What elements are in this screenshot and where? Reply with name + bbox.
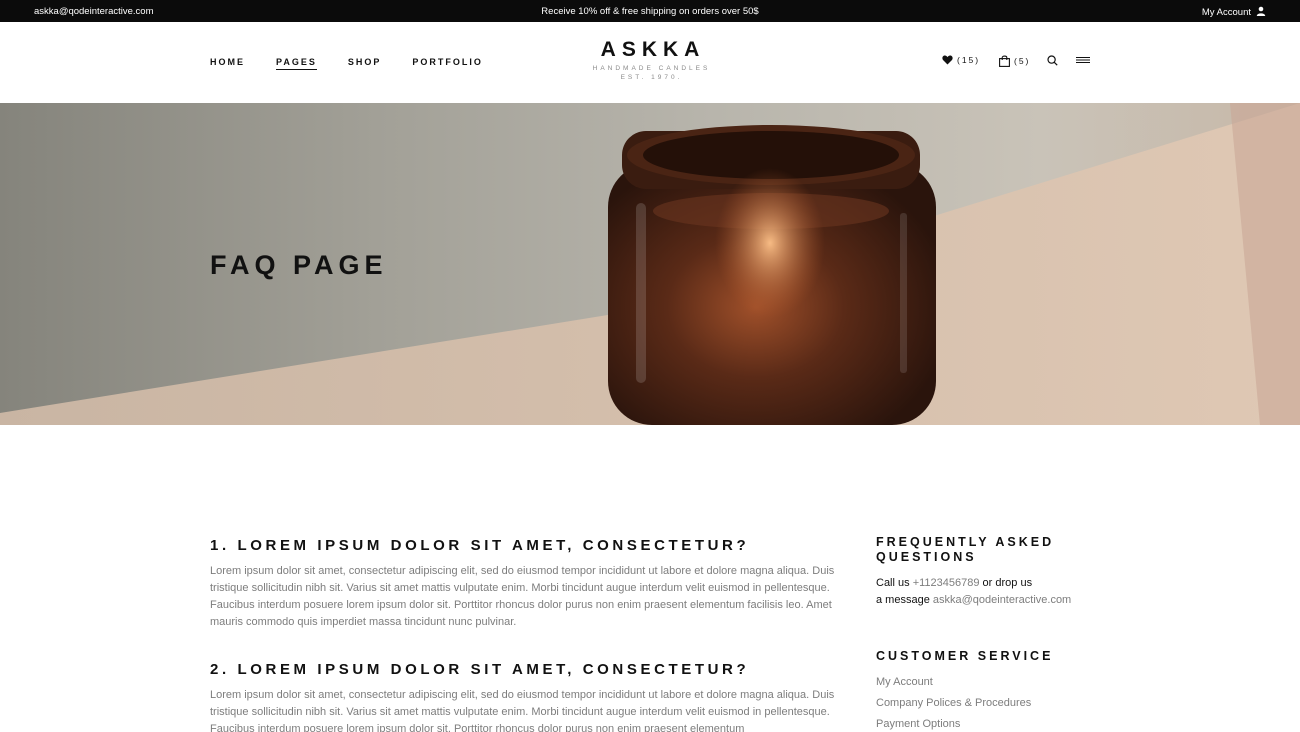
wishlist-button[interactable]: (15) xyxy=(942,55,980,65)
nav-item-home[interactable]: HOME xyxy=(210,57,245,70)
site-header: HOME PAGES SHOP PORTFOLIO ASKKA HANDMADE… xyxy=(0,22,1300,103)
faq-question: 2. LOREM IPSUM DOLOR SIT AMET, CONSECTET… xyxy=(210,661,750,678)
logo-tagline: HANDMADE CANDLES xyxy=(592,65,711,72)
user-icon xyxy=(1256,6,1266,19)
logo-name: ASKKA xyxy=(600,38,706,61)
service-links: My Account Company Polices & Procedures … xyxy=(876,672,1116,732)
menu-button[interactable] xyxy=(1076,55,1090,65)
hero-background-image xyxy=(0,103,1300,425)
sidebar-faq-title-line2: QUESTIONS xyxy=(876,550,977,564)
contact-call-label: Call us xyxy=(876,577,910,589)
wishlist-count: (15) xyxy=(957,55,981,65)
contact-email-link[interactable]: askka@qodeinteractive.com xyxy=(933,594,1071,606)
contact-message-label: a message xyxy=(876,594,930,606)
faq-answer: Lorem ipsum dolor sit amet, consectetur … xyxy=(210,689,835,732)
service-link-my-account[interactable]: My Account xyxy=(876,672,1116,693)
heart-icon xyxy=(942,55,953,65)
search-button[interactable] xyxy=(1047,55,1058,66)
page-title: FAQ PAGE xyxy=(210,250,388,280)
sidebar-contact: Call us +1123456789 or drop us a message… xyxy=(876,575,1116,609)
nav-item-portfolio[interactable]: PORTFOLIO xyxy=(412,57,483,70)
faq-list: 1. LOREM IPSUM DOLOR SIT AMET, CONSECTET… xyxy=(210,537,840,732)
faq-item: 1. LOREM IPSUM DOLOR SIT AMET, CONSECTET… xyxy=(210,537,840,631)
top-bar: askka@qodeinteractive.com Receive 10% of… xyxy=(0,0,1300,22)
search-icon xyxy=(1047,55,1058,66)
page-hero: FAQ PAGE xyxy=(0,103,1300,425)
shopping-bag-icon xyxy=(999,55,1010,67)
faq-answer: Lorem ipsum dolor sit amet, consectetur … xyxy=(210,565,835,628)
faq-item: 2. LOREM IPSUM DOLOR SIT AMET, CONSECTET… xyxy=(210,661,840,732)
logo-est: EST. 1970. xyxy=(620,74,683,81)
nav-item-pages[interactable]: PAGES xyxy=(276,57,317,70)
my-account-label: My Account xyxy=(1201,7,1251,18)
faq-sidebar: FREQUENTLY ASKED QUESTIONS Call us +1123… xyxy=(876,535,1116,732)
my-account-link[interactable]: My Account xyxy=(1202,6,1266,19)
main-nav: HOME PAGES SHOP PORTFOLIO xyxy=(210,57,483,70)
site-logo[interactable]: ASKKA HANDMADE CANDLES EST. 1970. xyxy=(550,38,750,81)
cart-button[interactable]: (5) xyxy=(999,55,1030,67)
promo-text: Receive 10% off & free shipping on order… xyxy=(541,6,759,17)
nav-item-shop[interactable]: SHOP xyxy=(348,57,382,70)
service-link-payment[interactable]: Payment Options xyxy=(876,714,1116,732)
hamburger-menu-icon xyxy=(1076,55,1090,65)
faq-question: 1. LOREM IPSUM DOLOR SIT AMET, CONSECTET… xyxy=(210,537,750,554)
service-link-policies[interactable]: Company Polices & Procedures xyxy=(876,693,1116,714)
contact-or-label: or drop us xyxy=(982,577,1033,589)
contact-phone-link[interactable]: +1123456789 xyxy=(913,577,980,589)
sidebar-service-title: CUSTOMER SERVICE xyxy=(876,649,1054,663)
sidebar-faq-title: FREQUENTLY ASKED QUESTIONS xyxy=(876,535,1116,565)
cart-count: (5) xyxy=(1014,56,1031,66)
sidebar-faq-title-line1: FREQUENTLY ASKED xyxy=(876,535,1055,549)
